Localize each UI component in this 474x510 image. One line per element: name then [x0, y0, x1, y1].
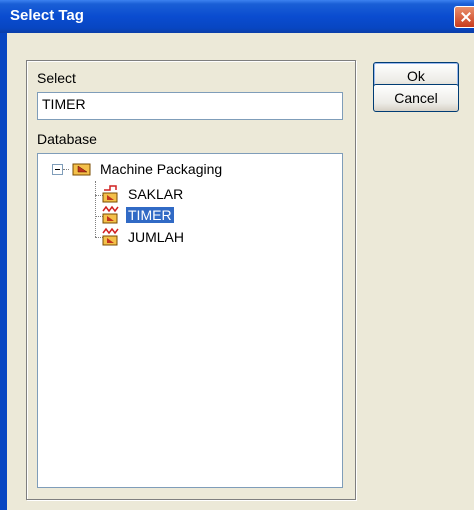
database-folder-icon: [72, 163, 91, 176]
close-icon[interactable]: [454, 6, 474, 28]
select-input[interactable]: TIMER: [37, 92, 343, 120]
tree-item-timer[interactable]: TIMER: [101, 205, 174, 225]
tree-item-label: JUMLAH: [128, 229, 185, 245]
database-tree[interactable]: [37, 153, 343, 488]
analog-tag-icon: [102, 227, 119, 246]
window-border-left: [0, 33, 7, 510]
database-label: Database: [37, 131, 97, 147]
analog-tag-icon: [102, 205, 119, 224]
tree-item-label: SAKLAR: [128, 186, 184, 202]
tree-root-label: Machine Packaging: [100, 161, 223, 177]
window-title: Select Tag: [10, 7, 84, 24]
select-label: Select: [37, 70, 76, 86]
collapse-icon[interactable]: [52, 164, 63, 175]
cancel-button[interactable]: Cancel: [373, 84, 459, 112]
tree-connector: [63, 169, 69, 170]
digital-tag-icon: [102, 185, 118, 203]
tree-root-machine-packaging[interactable]: Machine Packaging: [72, 159, 222, 179]
tree-item-jumlah[interactable]: JUMLAH: [101, 227, 184, 247]
tree-connector: [95, 181, 96, 237]
tree-item-label: TIMER: [126, 207, 174, 223]
tree-item-saklar[interactable]: SAKLAR: [101, 184, 183, 204]
title-bar[interactable]: Select Tag: [0, 0, 474, 33]
